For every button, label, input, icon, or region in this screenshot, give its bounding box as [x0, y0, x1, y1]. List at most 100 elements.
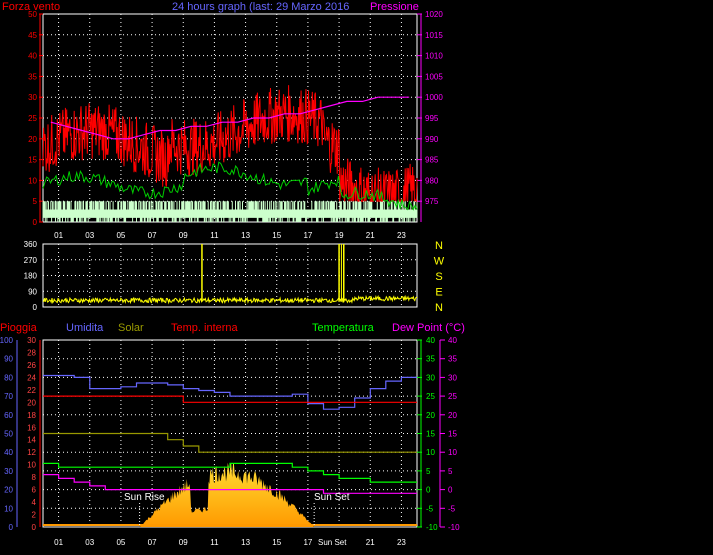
solar-scale-tick-label: 28 — [27, 348, 36, 357]
humidity-tick-label: 50 — [4, 430, 13, 439]
graph-title: 24 hours graph (last: 29 Marzo 2016 — [172, 1, 349, 13]
humidity-line — [43, 374, 417, 410]
wind-tick-label: 0 — [33, 218, 38, 227]
dew-point-tick-label: 20 — [448, 411, 457, 420]
solar-scale-tick-label: 6 — [32, 486, 37, 495]
wind-tick-label: 5 — [33, 197, 38, 206]
wind-pressure-panel: 0510152025303540455097598098599099510001… — [28, 10, 443, 240]
x-tick-label: 05 — [116, 231, 125, 240]
wind-tick-label: 40 — [28, 52, 37, 61]
humidity-tick-label: 60 — [4, 411, 13, 420]
wind-tick-label: 35 — [28, 72, 37, 81]
solar-area — [139, 462, 315, 527]
x-tick-label: 11 — [210, 231, 219, 240]
sun-set-label: Sun Set — [314, 492, 350, 503]
x-tick-label: 17 — [303, 231, 312, 240]
pressure-tick-label: 995 — [425, 114, 439, 123]
solar-scale-tick-label: 2 — [32, 511, 37, 520]
solar-legend: Solar — [118, 322, 144, 334]
temperature-tick-label: 25 — [426, 392, 435, 401]
x-tick-label-bottom: 15 — [272, 538, 281, 547]
compass-label: W — [434, 256, 445, 268]
temperature-tick-label: 30 — [426, 373, 435, 382]
temp-in-line — [43, 395, 417, 403]
wind-tick-label: 25 — [28, 114, 37, 123]
temperature-tick-label: -10 — [426, 523, 438, 532]
x-tick-label-bottom: 17 — [303, 538, 312, 547]
humidity-tick-label: 0 — [9, 523, 14, 532]
temperature-tick-label: 20 — [426, 411, 435, 420]
wind-min-band — [42, 201, 418, 222]
solar-scale-tick-label: 4 — [32, 498, 37, 507]
dew-point-tick-label: -5 — [448, 504, 456, 513]
solar-scale-tick-label: 24 — [27, 373, 36, 382]
temperature-tick-label: 5 — [426, 467, 431, 476]
solar-scale-tick-label: 16 — [27, 423, 36, 432]
direction-tick-label: 360 — [24, 240, 38, 249]
dew-point-tick-label: 25 — [448, 392, 457, 401]
dew-point-tick-label: 10 — [448, 448, 457, 457]
solar-scale-tick-label: 12 — [27, 448, 36, 457]
x-tick-label: 03 — [85, 231, 94, 240]
x-tick-label-bottom: 07 — [148, 538, 157, 547]
wind-tick-label: 45 — [28, 31, 37, 40]
solar-scale-tick-label: 26 — [27, 361, 36, 370]
pressure-axis-label: Pressione — [370, 1, 419, 13]
x-tick-label: 21 — [366, 231, 375, 240]
temperature-tick-label: 10 — [426, 448, 435, 457]
x-tick-label: 09 — [179, 231, 188, 240]
pressure-tick-label: 1020 — [425, 10, 443, 19]
humidity-legend: Umidita — [66, 322, 104, 334]
dew-point-tick-label: 40 — [448, 336, 457, 345]
wind-tick-label: 10 — [28, 176, 37, 185]
humidity-tick-label: 80 — [4, 373, 13, 382]
temp-in-legend: Temp. interna — [171, 322, 239, 334]
solar-scale-tick-label: 18 — [27, 411, 36, 420]
solar-scale-line — [43, 432, 417, 453]
wind-axis-label: Forza vento — [2, 1, 60, 13]
solar-scale-tick-label: 30 — [27, 336, 36, 345]
compass-label: N — [435, 302, 443, 314]
direction-tick-label: 90 — [28, 287, 37, 296]
wind-tick-label: 30 — [28, 93, 37, 102]
compass-label: S — [435, 271, 442, 283]
wind-direction-panel: 090180270360 NWSEN — [24, 240, 445, 314]
solar-scale-tick-label: 14 — [27, 436, 36, 445]
humidity-tick-label: 100 — [0, 336, 14, 345]
direction-tick-label: 270 — [24, 256, 38, 265]
x-tick-label-bottom: 05 — [116, 538, 125, 547]
weather-chart: 0510152025303540455097598098599099510001… — [0, 1, 465, 547]
humidity-tick-label: 20 — [4, 486, 13, 495]
x-tick-label: 01 — [54, 231, 63, 240]
solar-scale-tick-label: 10 — [27, 461, 36, 470]
humidity-tick-label: 40 — [4, 448, 13, 457]
humidity-tick-label: 70 — [4, 392, 13, 401]
rain-legend: Pioggia — [0, 322, 38, 334]
humidity-tick-label: 90 — [4, 355, 13, 364]
solar-scale-tick-label: 8 — [32, 473, 37, 482]
temperature-tick-label: 40 — [426, 336, 435, 345]
humidity-tick-label: 10 — [4, 504, 13, 513]
pressure-tick-label: 1005 — [425, 72, 443, 81]
direction-tick-label: 180 — [24, 272, 38, 281]
temperature-tick-label: 35 — [426, 355, 435, 364]
x-tick-label-bottom: 09 — [179, 538, 188, 547]
x-tick-label: 07 — [148, 231, 157, 240]
x-tick-label-bottom: 23 — [397, 538, 406, 547]
solar-scale-tick-label: 20 — [27, 398, 36, 407]
pressure-tick-label: 985 — [425, 156, 439, 165]
x-tick-label: 15 — [272, 231, 281, 240]
sun-rise-label: Sun Rise — [124, 492, 165, 503]
temperature-legend: Temperatura — [312, 322, 375, 334]
x-tick-label-bottom: 11 — [210, 538, 219, 547]
dew-point-tick-label: -10 — [448, 523, 460, 532]
dew-point-tick-label: 5 — [448, 467, 453, 476]
x-tick-label-bottom: 01 — [54, 538, 63, 547]
dew-point-tick-label: 0 — [448, 486, 453, 495]
pressure-tick-label: 980 — [425, 176, 439, 185]
temperature-tick-label: 15 — [426, 430, 435, 439]
dew-point-tick-label: 35 — [448, 355, 457, 364]
compass-label: E — [435, 287, 442, 299]
x-tick-label-bottom: 03 — [85, 538, 94, 547]
x-tick-label-bottom: 21 — [366, 538, 375, 547]
